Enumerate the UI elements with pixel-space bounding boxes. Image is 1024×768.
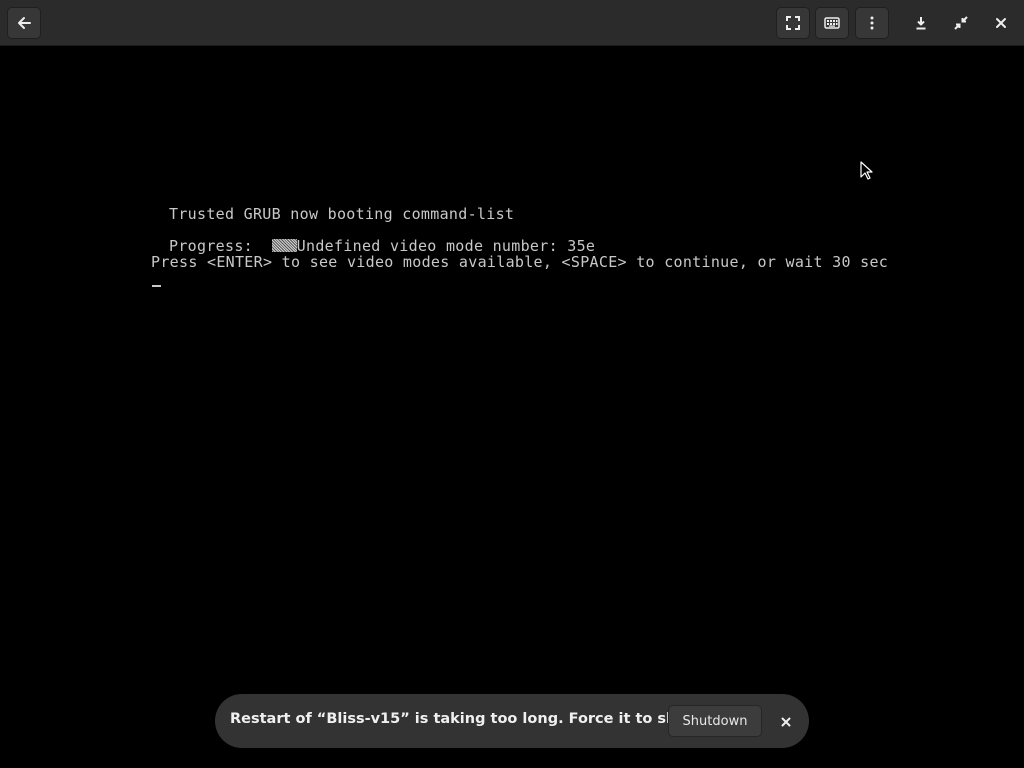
progress-bar xyxy=(271,239,297,252)
download-icon xyxy=(914,16,928,30)
close-window-button[interactable] xyxy=(984,7,1018,39)
kebab-menu-icon xyxy=(864,15,880,31)
unfullscreen-button[interactable] xyxy=(944,7,978,39)
console-line-grub: Trusted GRUB now booting command-list xyxy=(169,205,515,223)
unfullscreen-icon xyxy=(954,16,968,30)
keyboard-icon xyxy=(824,16,840,30)
back-arrow-icon xyxy=(16,15,32,31)
toast-close-button[interactable] xyxy=(775,710,797,732)
fullscreen-icon xyxy=(785,15,801,31)
text-cursor xyxy=(152,285,161,287)
shutdown-button[interactable]: Shutdown xyxy=(668,705,762,737)
keyboard-button[interactable] xyxy=(815,7,849,39)
close-icon xyxy=(781,712,791,731)
back-button[interactable] xyxy=(7,7,41,39)
shutdown-toast: Restart of “Bliss-v15” is taking too lon… xyxy=(215,694,809,748)
mouse-pointer-icon xyxy=(860,161,874,185)
fullscreen-button[interactable] xyxy=(776,7,810,39)
vm-display[interactable]: Trusted GRUB now booting command-list Pr… xyxy=(0,46,1024,768)
menu-button[interactable] xyxy=(855,7,889,39)
download-button[interactable] xyxy=(904,7,938,39)
console-line-progress: Progress: Undefined video mode number: 3… xyxy=(169,238,595,254)
close-icon xyxy=(995,17,1007,29)
headerbar xyxy=(0,0,1024,46)
console-line-prompt: Press <ENTER> to see video modes availab… xyxy=(151,253,889,271)
